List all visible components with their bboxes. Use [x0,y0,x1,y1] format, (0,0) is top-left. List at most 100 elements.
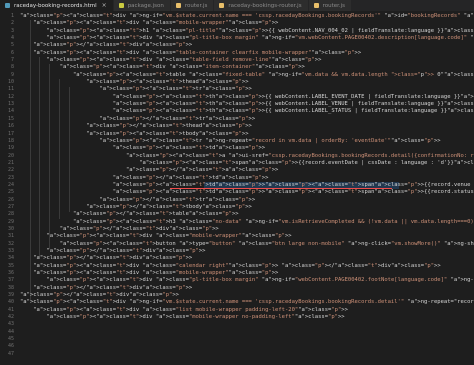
code-line[interactable]: "a">class="p"><"a">class="t">div "a">cla… [20,233,474,240]
code-line[interactable]: "a">class="p"></"a">class="t">tbody"a">c… [20,204,474,211]
line-number: 36 [7,270,14,277]
line-number: 21 [7,159,14,166]
line-number: 38 [7,284,14,291]
code-line[interactable]: "a">class="p"><"a">class="t">td"a">class… [20,145,474,152]
code-line[interactable]: "a">class="p"></"a">class="t">div"a">cla… [20,255,474,262]
code-line[interactable] [20,351,474,358]
code-line[interactable]: "a">class="p"></"a">class="t">td"a">clas… [20,175,474,182]
tab-2[interactable]: router.js [170,0,215,11]
code-line[interactable] [20,336,474,343]
code-line[interactable]: "a">class="p"><"a">class="t">td"a">class… [20,189,474,196]
line-number: 45 [7,336,14,343]
code-line[interactable]: "a">class="p"><"a">class="t">div "a">cla… [20,314,474,321]
code-line[interactable]: "a">class="p"><"a">class="t">table "a">c… [20,72,474,79]
line-number: 17 [7,130,14,137]
code-line[interactable]: "a">class="p"><"a">class="t">th"a">class… [20,101,474,108]
code-line[interactable]: "a">class="p"><"a">class="t">div "a">cla… [20,277,474,284]
code-line[interactable]: "a">class="p"></"a">class="t">div"a">cla… [20,285,474,292]
code-line[interactable]: "a">class="p"></"a">class="t">div"a">cla… [20,226,474,233]
line-number: 22 [7,167,14,174]
code-line[interactable]: "a">class="p"></"a">class="t">div"a">cla… [20,292,474,299]
code-line[interactable]: "a">class="p"></"a">class="t">thead"a">c… [20,123,474,130]
line-number: 4 [10,35,14,42]
line-number: 34 [7,255,14,262]
line-number: 23 [7,174,14,181]
line-number: 6 [10,49,14,56]
line-number-gutter: 1 2 3 4 5 6 7 8 9 10 11 12 13 14 15 16 17 18 19 20 21 22 23 24 2… [0,13,16,358]
line-number: 26 [7,196,14,203]
code-line[interactable]: "a">class="p"><"a">class="t">span"a">cla… [20,160,474,167]
line-number: 39 [7,292,14,299]
line-number: 40 [7,299,14,306]
line-number: 25 [7,189,14,196]
code-line[interactable]: "a">class="p"><"a">class="t">th"a">class… [20,108,474,115]
line-number: 29 [7,218,14,225]
code-line[interactable]: "a">class="p"><"a">class="t">tbody"a">cl… [20,131,474,138]
code-line[interactable]: "a">class="p"></"a">class="t">div"a">cla… [20,248,474,255]
code-line[interactable]: "a">class="p"><"a">class="t">div "a">cla… [20,20,474,27]
code-line[interactable]: "a">class="p"></"a">class="t">a"a">class… [20,167,474,174]
tab-label: router.js [184,2,208,9]
line-number: 14 [7,108,14,115]
line-number: 32 [7,240,14,247]
code-line[interactable]: "a">class="p"><"a">class="t">a "a">ui-sr… [20,153,474,160]
code-line[interactable]: "a">class="p"><"a">class="t">div "a">ng-… [20,13,474,20]
line-number: 5 [10,42,14,49]
code-line[interactable]: "a">class="p"><"a">class="t">div "a">cla… [20,35,474,42]
code-line[interactable]: "a">class="p"><"a">class="t">button "a">… [20,241,474,248]
tab-label: package.json [127,2,164,9]
code-line[interactable]: "a">class="p"></"a">class="t">tr"a">clas… [20,116,474,123]
code-line[interactable]: "a">class="p"><"a">class="t">div "a">cla… [20,270,474,277]
tab-3[interactable]: raceday-bookings-router.js [214,0,309,11]
tab-label: router.js [322,2,346,9]
line-number: 19 [7,145,14,152]
line-number: 46 [7,343,14,350]
code-line[interactable]: "a">class="p"></"a">class="t">table"a">c… [20,211,474,218]
json-icon [118,3,124,8]
js-icon [313,3,319,8]
line-number: 42 [7,314,14,321]
line-number: 43 [7,321,14,328]
code-line[interactable]: "a">class="p"><"a">class="t">th"a">class… [20,94,474,101]
code-line[interactable]: "a">class="p"></"a">class="t">div"a">cla… [20,42,474,49]
line-number: 27 [7,203,14,210]
editor-tab-bar: raceday-booking-records.html × package.jso… [0,0,474,11]
tab-1[interactable]: package.json [113,0,171,11]
line-number: 24 [7,181,14,188]
code-line[interactable]: "a">class="p"><"a">class="t">tr"a">class… [20,86,474,93]
code-line[interactable]: "a">class="p"><"a">class="t">div "a">cla… [20,307,474,314]
line-number: 41 [7,306,14,313]
line-number: 20 [7,152,14,159]
code-line[interactable] [20,343,474,350]
js-icon [175,3,181,8]
code-line[interactable]: "a">class="p"><"a">class="t">div "a">ng-… [20,299,474,306]
line-number: 33 [7,248,14,254]
html-icon [5,3,10,8]
line-number: 18 [7,137,14,144]
code-line[interactable]: "a">class="p"></"a">class="t">tr"a">clas… [20,197,474,204]
code-line[interactable]: "a">class="p"><"a">class="t">tr "a">ng-r… [20,138,474,145]
code-editor[interactable]: 1 2 3 4 5 6 7 8 9 10 11 12 13 14 15 16 17 18 19 20 21 22 23 24 2… [0,11,474,365]
code-line[interactable]: "a">class="p"><"a">class="t">div "a">cla… [20,50,474,57]
tab-0[interactable]: raceday-booking-records.html × [0,0,114,11]
tab-label: raceday-bookings-router.js [228,2,302,9]
tab-4[interactable]: router.js [308,0,353,11]
code-line[interactable]: "a">class="p"><"a">class="t">h3 "a">clas… [20,219,474,226]
line-number: 1 [10,13,14,19]
line-number: 11 [7,86,14,93]
line-number: 12 [7,93,14,100]
line-number: 35 [7,262,14,269]
code-line[interactable]: "a">class="p"><"a">class="t">div "a">cla… [20,64,474,71]
code-line[interactable]: "a">class="p"><"a">class="t">div "a">cla… [20,263,474,270]
close-icon[interactable]: × [102,2,107,9]
line-number: 37 [7,277,14,284]
code-line[interactable]: "a">class="p"><"a">class="t">thead"a">cl… [20,79,474,86]
code-line[interactable] [20,321,474,328]
code-line[interactable]: "a">class="p"><"a">class="t">h1 "a">clas… [20,28,474,35]
code-line[interactable] [20,329,474,336]
line-number: 31 [7,233,14,240]
line-number: 47 [7,350,14,357]
code-line[interactable]: "a">class="p"><"a">class="t">div "a">cla… [20,57,474,64]
line-number: 7 [10,57,14,64]
line-number: 2 [10,20,14,27]
